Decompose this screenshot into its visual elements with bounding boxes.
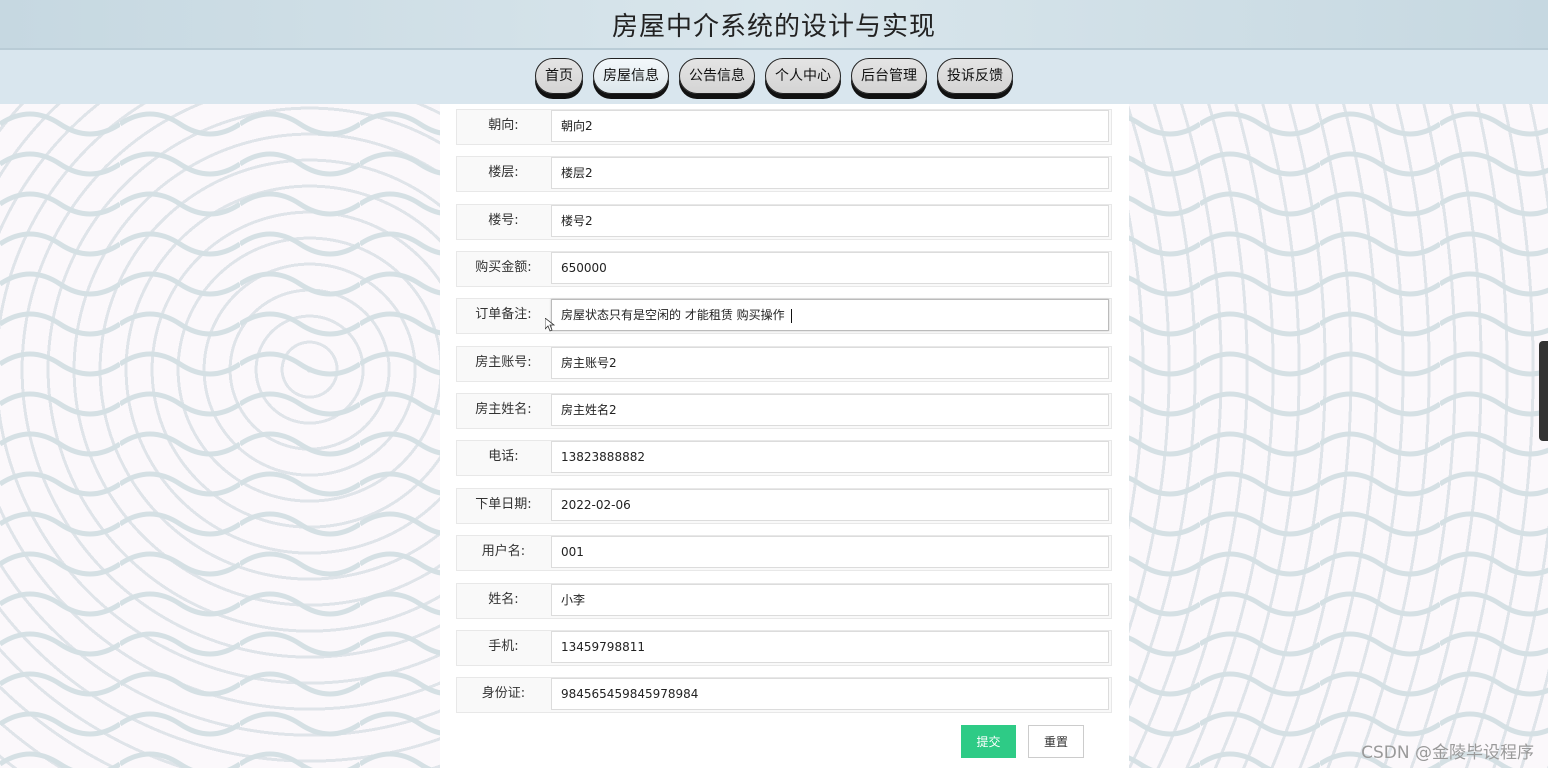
nav-personal-center[interactable]: 个人中心 bbox=[765, 58, 841, 94]
field-row-username: 用户名: 001 bbox=[456, 535, 1112, 571]
field-label: 用户名: bbox=[481, 544, 526, 559]
order-date-field[interactable]: 2022-02-06 bbox=[551, 489, 1109, 521]
nav-feedback[interactable]: 投诉反馈 bbox=[937, 58, 1013, 94]
watermark-text: CSDN @金陵毕设程序 bbox=[1361, 743, 1534, 763]
text-caret bbox=[790, 308, 792, 323]
order-form-panel: 朝向: 朝向2 楼层: 楼层2 楼号: 楼号2 购买金额: 650000 订单备… bbox=[440, 104, 1129, 768]
field-row-order-date: 下单日期: 2022-02-06 bbox=[456, 488, 1112, 524]
field-label: 身份证: bbox=[481, 686, 526, 701]
nav-admin[interactable]: 后台管理 bbox=[851, 58, 927, 94]
field-label: 订单备注: bbox=[475, 307, 532, 322]
order-remark-field[interactable]: 房屋状态只有是空闲的 才能租赁 购买操作 bbox=[551, 299, 1109, 331]
field-label: 下单日期: bbox=[475, 497, 532, 512]
field-row-mobile: 手机: 13459798811 bbox=[456, 630, 1112, 666]
field-row-phone: 电话: 13823888882 bbox=[456, 440, 1112, 476]
site-title: 房屋中介系统的设计与实现 bbox=[611, 12, 936, 42]
owner-name-field[interactable]: 房主姓名2 bbox=[551, 394, 1109, 426]
mouse-pointer-icon bbox=[545, 318, 555, 332]
field-label: 购买金额: bbox=[475, 260, 532, 275]
nav-house-info[interactable]: 房屋信息 bbox=[593, 58, 669, 94]
field-label: 电话: bbox=[488, 449, 519, 464]
nav-announcements[interactable]: 公告信息 bbox=[679, 58, 755, 94]
field-label: 房主账号: bbox=[475, 355, 532, 370]
field-row-building: 楼号: 楼号2 bbox=[456, 204, 1112, 240]
mobile-field[interactable]: 13459798811 bbox=[551, 631, 1109, 663]
field-row-owner-name: 房主姓名: 房主姓名2 bbox=[456, 393, 1112, 429]
phone-field[interactable]: 13823888882 bbox=[551, 441, 1109, 473]
field-row-orientation: 朝向: 朝向2 bbox=[456, 109, 1112, 145]
field-row-floor: 楼层: 楼层2 bbox=[456, 156, 1112, 192]
main-nav: 首页 房屋信息 公告信息 个人中心 后台管理 投诉反馈 bbox=[0, 50, 1548, 104]
owner-account-field[interactable]: 房主账号2 bbox=[551, 347, 1109, 379]
field-label: 楼层: bbox=[488, 165, 519, 180]
field-label: 房主姓名: bbox=[475, 402, 532, 417]
field-row-owner-account: 房主账号: 房主账号2 bbox=[456, 346, 1112, 382]
field-label: 姓名: bbox=[488, 592, 519, 607]
submit-button[interactable]: 提交 bbox=[961, 725, 1016, 758]
field-label: 手机: bbox=[488, 639, 519, 654]
id-card-field[interactable]: 984565459845978984 bbox=[551, 678, 1109, 710]
site-header: 房屋中介系统的设计与实现 bbox=[0, 0, 1548, 50]
username-field[interactable]: 001 bbox=[551, 536, 1109, 568]
field-label: 朝向: bbox=[488, 118, 519, 133]
orientation-field[interactable]: 朝向2 bbox=[551, 110, 1109, 142]
side-scroll-tab[interactable] bbox=[1539, 341, 1548, 441]
field-label: 楼号: bbox=[488, 213, 519, 228]
field-row-name: 姓名: 小李 bbox=[456, 583, 1112, 619]
building-number-field[interactable]: 楼号2 bbox=[551, 205, 1109, 237]
field-row-amount: 购买金额: 650000 bbox=[456, 251, 1112, 287]
purchase-amount-field[interactable]: 650000 bbox=[551, 252, 1109, 284]
floor-field[interactable]: 楼层2 bbox=[551, 157, 1109, 189]
name-field[interactable]: 小李 bbox=[551, 584, 1109, 616]
reset-button[interactable]: 重置 bbox=[1028, 725, 1084, 758]
remark-text: 房屋状态只有是空闲的 才能租赁 购买操作 bbox=[561, 308, 785, 322]
nav-home[interactable]: 首页 bbox=[535, 58, 583, 94]
field-row-id-card: 身份证: 984565459845978984 bbox=[456, 677, 1112, 713]
